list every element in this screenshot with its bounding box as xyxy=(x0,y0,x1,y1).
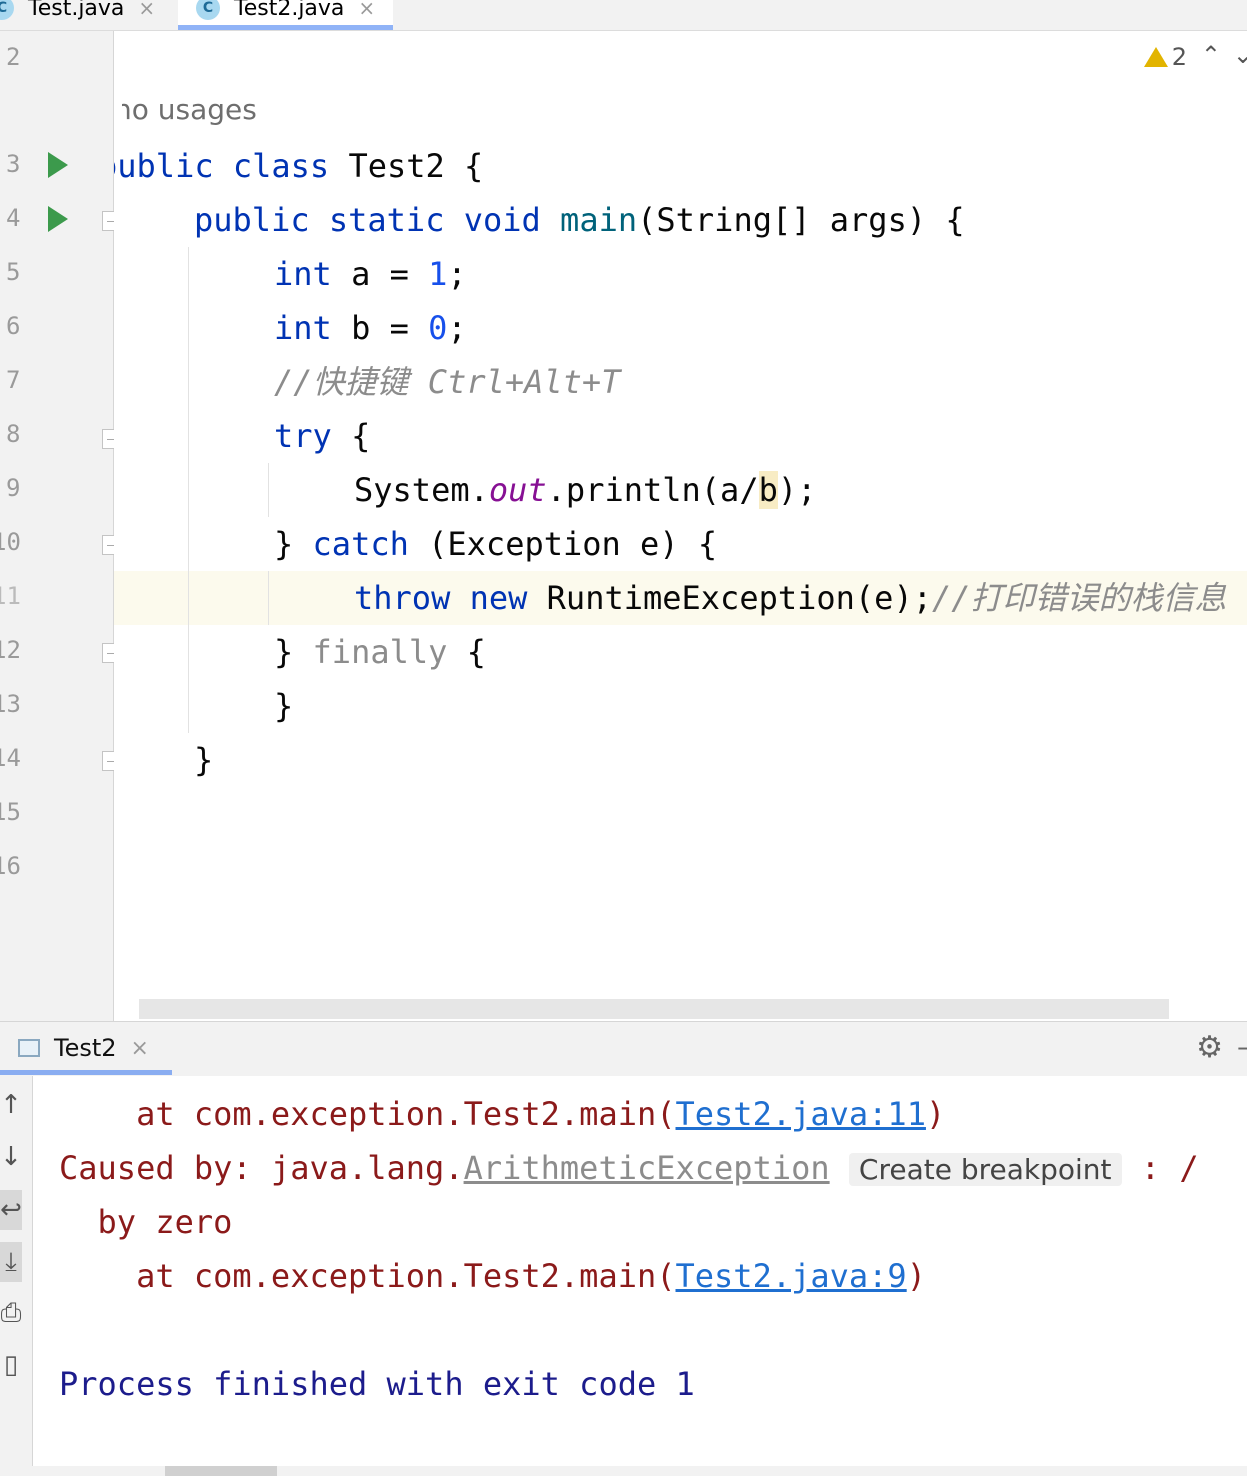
warning-count: 2 xyxy=(1171,43,1187,71)
tab-label: Test.java xyxy=(28,0,125,21)
class-icon: C xyxy=(196,0,220,20)
active-tab-indicator xyxy=(0,1070,172,1075)
console-icon xyxy=(18,1039,40,1057)
line-number: 11 xyxy=(0,582,21,610)
close-icon[interactable]: × xyxy=(138,0,155,20)
code-line-10: } catch (Exception e) { xyxy=(274,525,718,563)
code-line-11: throw new RuntimeException(e);//打印错误的栈信息 xyxy=(354,579,1227,617)
line-number: 10 xyxy=(0,528,21,556)
line-number: 6 xyxy=(6,312,21,340)
code-line-6: int b = 0; xyxy=(274,309,467,347)
warnings-indicator[interactable]: 2 xyxy=(1143,43,1187,71)
chevron-down-icon[interactable]: ⌄ xyxy=(1233,41,1247,69)
run-tab-label: Test2 xyxy=(54,1034,117,1062)
trash-icon[interactable]: ▯ xyxy=(0,1350,22,1380)
line-number: 15 xyxy=(0,798,21,826)
editor-gutter: 2 3 4 5 6 7 8 9 10 11 12 13 14 15 16 xyxy=(0,31,122,1021)
line-number: 4 xyxy=(6,204,21,232)
line-number: 5 xyxy=(6,258,21,286)
code-editor[interactable]: no usages 2 ⌃ ⌄ public class Test2 { pub… xyxy=(114,31,1247,1021)
line-number: 13 xyxy=(0,690,21,718)
warning-icon xyxy=(1143,47,1168,67)
code-line-9: System.out.println(a/b); xyxy=(354,471,817,509)
tab-test-java[interactable]: C Test.java × xyxy=(0,0,170,30)
create-breakpoint-button[interactable]: Create breakpoint xyxy=(848,1153,1122,1186)
class-icon: C xyxy=(0,0,14,20)
console-line: at com.exception.Test2.main(Test2.java:1… xyxy=(59,1095,946,1133)
arrow-up-icon[interactable]: ↑ xyxy=(0,1090,22,1120)
exception-link[interactable]: ArithmeticException xyxy=(464,1149,830,1187)
console-output[interactable]: at com.exception.Test2.main(Test2.java:1… xyxy=(33,1076,1247,1466)
run-icon[interactable] xyxy=(48,152,68,178)
horizontal-scrollbar[interactable] xyxy=(139,999,1169,1019)
code-line-4: public static void main(String[] args) { xyxy=(194,201,965,239)
horizontal-scrollbar[interactable] xyxy=(0,1466,1247,1476)
line-number: 3 xyxy=(6,150,21,178)
code-line-5: int a = 1; xyxy=(274,255,467,293)
code-line-8: try { xyxy=(274,417,371,455)
usages-hint[interactable]: no usages xyxy=(122,93,322,126)
code-line-14: } xyxy=(194,741,214,779)
run-icon[interactable] xyxy=(48,206,68,232)
line-number: 2 xyxy=(6,43,21,71)
stacktrace-link[interactable]: Test2.java:11 xyxy=(676,1095,926,1133)
scroll-to-end-icon[interactable]: ⤓ xyxy=(0,1242,22,1282)
line-number: 16 xyxy=(0,852,21,880)
code-line-7: //快捷键 Ctrl+Alt+T xyxy=(274,363,621,401)
print-icon[interactable]: ⎙ xyxy=(0,1298,22,1329)
console-line: by zero xyxy=(59,1203,233,1241)
indent-guide xyxy=(188,247,189,733)
code-line-13: } xyxy=(274,687,294,725)
minimize-icon[interactable]: – xyxy=(1237,1030,1247,1063)
run-tool-window-header: Test2 × ⚙ – xyxy=(0,1021,1247,1077)
active-tab-indicator xyxy=(178,25,393,30)
code-line-3: public class Test2 { xyxy=(114,147,484,185)
line-number: 14 xyxy=(0,744,21,772)
editor-tab-bar: C Test.java × C Test2.java × xyxy=(0,0,1247,31)
close-icon[interactable]: × xyxy=(358,0,375,20)
code-line-12: } finally { xyxy=(274,633,486,671)
gear-icon[interactable]: ⚙ xyxy=(1196,1030,1223,1065)
line-number: 9 xyxy=(6,474,21,502)
run-side-toolbar: ↑ ↓ ↩ ⤓ ⎙ ▯ xyxy=(0,1076,33,1466)
indent-guide xyxy=(268,571,269,625)
process-exit-line: Process finished with exit code 1 xyxy=(59,1365,695,1403)
tab-label: Test2.java xyxy=(234,0,345,21)
chevron-up-icon[interactable]: ⌃ xyxy=(1201,41,1221,69)
line-number: 12 xyxy=(0,636,21,664)
line-number: 7 xyxy=(6,366,21,394)
stacktrace-link[interactable]: Test2.java:9 xyxy=(676,1257,907,1295)
line-number: 8 xyxy=(6,420,21,448)
console-line: at com.exception.Test2.main(Test2.java:9… xyxy=(59,1257,926,1295)
scrollbar-thumb[interactable] xyxy=(165,1466,277,1476)
console-line: Caused by: java.lang.ArithmeticException… xyxy=(59,1149,1199,1187)
arrow-down-icon[interactable]: ↓ xyxy=(0,1142,22,1172)
soft-wrap-icon[interactable]: ↩ xyxy=(0,1190,22,1230)
run-tab[interactable]: Test2 × xyxy=(18,1022,149,1074)
indent-guide xyxy=(268,463,269,517)
close-icon[interactable]: × xyxy=(131,1036,149,1061)
